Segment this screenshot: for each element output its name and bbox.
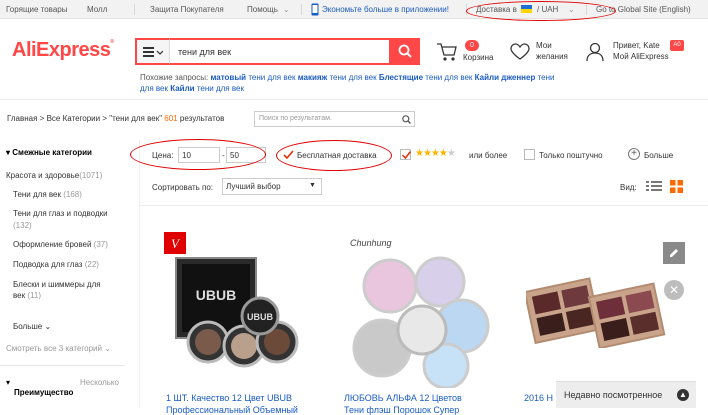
cart-icon: [437, 43, 457, 61]
see-all-categories-link[interactable]: Смотреть все 3 категорий ⌄: [6, 344, 111, 353]
collapse-icon[interactable]: ▾: [6, 378, 10, 387]
recently-viewed-bar[interactable]: Недавно посмотренное ▲: [556, 381, 696, 408]
caret-down-icon: ▼: [309, 182, 316, 189]
sidebar-item-shimmer[interactable]: Блески и шиммеры для век (11): [13, 279, 113, 301]
phone-icon: [311, 3, 319, 16]
sidebar-item-eyeliner[interactable]: Подводка для глаз (22): [13, 260, 99, 269]
rating-checkbox[interactable]: [400, 149, 411, 160]
result-count: 601: [164, 114, 178, 123]
advantage-heading: Преимущество: [14, 388, 74, 397]
related-search-link[interactable]: матовый тени для век: [210, 73, 295, 82]
product-image-palette: [526, 277, 666, 348]
svg-text:UBUB: UBUB: [247, 312, 273, 322]
wishlist-label-2: желания: [536, 52, 568, 61]
recently-viewed-label: Недавно посмотренное: [564, 390, 663, 400]
related-search-link[interactable]: Блестящие тени для век: [379, 73, 473, 82]
wishlist-label: Мои: [536, 41, 552, 50]
rating-more-label: или более: [469, 151, 508, 160]
grid-view-icon[interactable]: [670, 180, 683, 193]
search-input[interactable]: тени для век: [169, 38, 390, 65]
category-menu-button[interactable]: [135, 38, 169, 65]
mall-link[interactable]: Молл: [87, 5, 107, 14]
product-image-glitter: [352, 256, 490, 388]
breadcrumb-query: "тени для век": [109, 114, 163, 123]
sidebar-item-count: (132): [13, 221, 32, 230]
my-aliexpress-link[interactable]: Мой AliExpress: [613, 52, 669, 61]
hot-deals-link[interactable]: Горящие товары: [6, 5, 68, 14]
related-search-link[interactable]: макияж тени для век: [298, 73, 377, 82]
chevron-up-icon[interactable]: ▲: [677, 389, 689, 401]
results-label: результатов: [179, 114, 225, 123]
sort-label: Сортировать по:: [152, 183, 214, 192]
check-icon: [402, 151, 411, 159]
search-icon[interactable]: [402, 115, 411, 124]
related-search-link[interactable]: Кайли тени для век: [170, 84, 244, 93]
multiple-label: Несколько: [80, 378, 119, 387]
product-card[interactable]: Chunhung ЛЮБОВЬ АЛЬФА 12 Цветов Тени флэ…: [338, 218, 516, 415]
list-view-icon[interactable]: [646, 180, 662, 192]
cart-label: Корзина: [463, 53, 494, 62]
single-item-checkbox[interactable]: [524, 149, 535, 160]
pencil-icon: [670, 249, 678, 257]
cart-button[interactable]: 0 Корзина: [436, 40, 496, 66]
product-title[interactable]: 1 ШТ. Качество 12 Цвет UBUB: [166, 393, 292, 403]
breadcrumb-all[interactable]: Все Категории: [47, 114, 101, 123]
breadcrumb-home[interactable]: Главная: [7, 114, 37, 123]
edit-button[interactable]: [663, 242, 685, 264]
related-searches: Похожие запросы: матовый тени для век ма…: [140, 73, 555, 93]
account-menu[interactable]: Привет, Kate A0 Мой AliExpress: [586, 40, 686, 66]
brand-logo-icon: V: [164, 232, 186, 254]
sidebar-item-eyeshadow[interactable]: Тени для век (168): [13, 190, 82, 199]
star-rating-icon: ★★★★★: [415, 148, 456, 159]
product-title[interactable]: ЛЮБОВЬ АЛЬФА 12 Цветов: [344, 393, 462, 403]
close-icon[interactable]: ✕: [664, 280, 684, 300]
menu-icon: [143, 47, 163, 57]
heart-icon: [510, 43, 530, 60]
sidebar: ▾ Смежные категории Красота и здоровье(1…: [0, 140, 125, 408]
search-button[interactable]: [389, 38, 420, 65]
annotation-ellipse: [130, 139, 266, 170]
sidebar-more-link[interactable]: Больше ⌄: [13, 322, 51, 331]
plus-icon[interactable]: +: [628, 148, 640, 160]
sidebar-item-brows[interactable]: Оформление бровей (37): [13, 240, 108, 249]
annotation-ellipse: [276, 140, 392, 171]
view-label: Вид:: [620, 183, 637, 192]
account-badge: A0: [670, 40, 684, 51]
aliexpress-logo[interactable]: AliExpress®: [12, 39, 114, 62]
single-item-label: Только поштучно: [539, 151, 603, 160]
breadcrumb: Главная > Все Категории > "тени для век"…: [7, 114, 225, 123]
sort-select[interactable]: Лучший выбор ▼: [222, 178, 322, 195]
more-filters-link[interactable]: Больше: [644, 151, 673, 160]
product-card[interactable]: V UBUB UBUB 1 ШТ. Качество 12 Цвет UBUB …: [152, 218, 330, 415]
sidebar-item-eye-liners[interactable]: Тени для глаз и подводки: [13, 209, 108, 218]
search-icon: [398, 44, 412, 58]
annotation-ellipse: [466, 1, 616, 21]
search-within-input[interactable]: Поиск по результатам.: [254, 111, 415, 127]
divider: [0, 365, 125, 366]
product-image-eyeshadow: UBUB UBUB: [175, 257, 299, 368]
app-promo-link[interactable]: Экономьте больше в приложении!: [322, 5, 449, 14]
buyer-protection-link[interactable]: Защита Покупателя: [150, 5, 224, 14]
chevron-down-icon: ⌄: [283, 5, 290, 14]
product-title[interactable]: 2016 Н: [524, 393, 553, 403]
wishlist-button[interactable]: Мои желания: [510, 40, 580, 66]
help-link[interactable]: Помощь: [247, 5, 278, 14]
cart-count-badge: 0: [465, 40, 479, 51]
brand-logo: Chunhung: [350, 238, 392, 248]
sidebar-parent-category[interactable]: Красота и здоровье(1071): [6, 171, 102, 180]
product-title-line2[interactable]: Профессиональный Объемный: [166, 405, 298, 415]
user-icon: [586, 42, 604, 62]
greeting-text: Привет, Kate: [613, 41, 660, 50]
product-title-line2[interactable]: Тени флэш Порошок Супер: [344, 405, 459, 415]
product-card[interactable]: ✕ 2016 Н: [522, 218, 698, 408]
svg-text:UBUB: UBUB: [196, 287, 236, 303]
sidebar-title: ▾ Смежные категории: [6, 148, 92, 157]
